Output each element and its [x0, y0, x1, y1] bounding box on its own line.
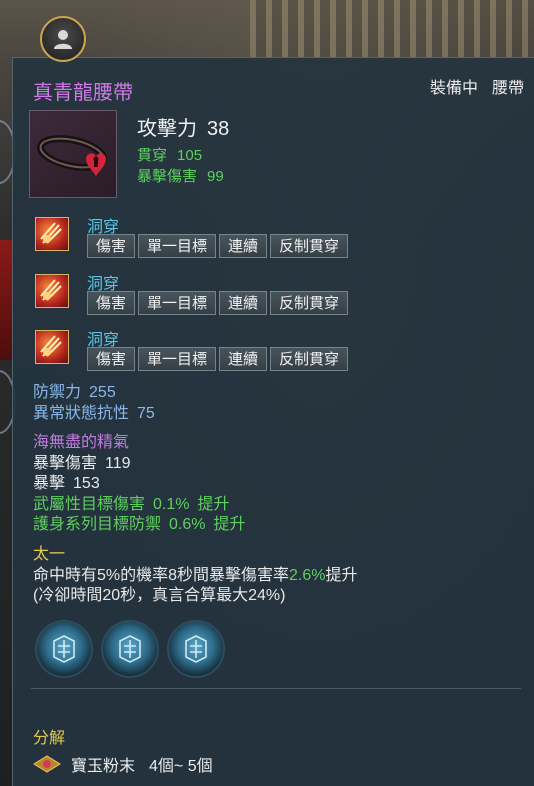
skill-tag: 連續 — [219, 291, 268, 315]
main-stats: 攻擊力 38 貫穿 105 暴擊傷害 99 — [137, 112, 229, 187]
skill-tag: 傷害 — [87, 291, 136, 315]
background-architecture — [250, 0, 534, 60]
effect-desc-suffix: 提升 — [325, 566, 358, 584]
set-crit-label: 暴擊 — [33, 475, 66, 492]
special-effect: 太一 命中時有5%的機率8秒間暴擊傷害率2.6%提升 (冷卻時間20秒，真言合算… — [33, 545, 358, 607]
dragon-gem-icon — [119, 635, 141, 663]
skill-tag: 反制貫穿 — [270, 347, 349, 371]
person-icon — [54, 30, 72, 49]
skill-row: 洞穿 傷害 單一目標 連續 反制貫穿 — [35, 213, 534, 265]
skill-tag: 連續 — [219, 347, 268, 371]
set-crit-stat: 暴擊 153 — [33, 474, 246, 495]
section-divider — [31, 688, 521, 689]
gem-slot[interactable] — [101, 620, 159, 678]
set-crit-value: 153 — [73, 475, 100, 492]
character-avatar-button[interactable] — [40, 16, 86, 62]
crit-damage-label: 暴擊傷害 — [137, 168, 198, 185]
flame-strike-icon — [35, 217, 69, 251]
defense-stats: 防禦力 255 異常狀態抗性 75 — [33, 383, 155, 424]
set-crit-damage-label: 暴擊傷害 — [33, 454, 98, 472]
set-bonus-line-suffix: 提升 — [197, 495, 230, 513]
skill-tag: 反制貫穿 — [270, 234, 349, 258]
skill-tags: 傷害 單一目標 連續 反制貫穿 — [87, 291, 351, 315]
gem-slot[interactable] — [167, 620, 225, 678]
effect-desc-prefix: 命中時有5%的機率8秒間暴擊傷害率 — [33, 566, 290, 584]
gem-slot[interactable] — [35, 620, 93, 678]
attack-label: 攻擊力 — [137, 118, 197, 140]
belt-icon — [37, 135, 107, 177]
set-crit-damage-stat: 暴擊傷害 119 — [33, 454, 246, 475]
penetration-label: 貫穿 — [137, 147, 168, 164]
set-crit-damage-value: 119 — [105, 454, 131, 472]
skill-tags: 傷害 單一目標 連續 反制貫穿 — [87, 347, 351, 371]
attack-stat: 攻擊力 38 — [137, 112, 229, 141]
set-bonus-line-label: 護身系列目標防禦 — [33, 516, 162, 533]
flame-strike-icon — [35, 274, 69, 308]
dragon-gem-icon — [53, 635, 75, 663]
abnormal-resist-label: 異常狀態抗性 — [33, 404, 130, 422]
gem-powder-icon — [33, 755, 61, 773]
material-quantity: 4個~ 5個 — [149, 758, 213, 775]
set-name: 海無盡的精氣 — [33, 434, 130, 451]
flame-strike-icon — [35, 330, 69, 364]
skill-tags: 傷害 單一目標 連續 反制貫穿 — [87, 234, 351, 258]
defense-label: 防禦力 — [33, 384, 82, 401]
abnormal-resist-stat: 異常狀態抗性 75 — [33, 404, 155, 425]
set-bonus-line-value: 0.1% — [153, 495, 190, 513]
penetration-value: 105 — [177, 147, 203, 164]
crit-damage-value: 99 — [207, 168, 224, 185]
skill-tag: 單一目標 — [138, 291, 217, 315]
defense-stat: 防禦力 255 — [33, 383, 155, 404]
effect-description: 命中時有5%的機率8秒間暴擊傷害率2.6%提升 — [33, 566, 358, 587]
skill-tag: 單一目標 — [138, 234, 217, 258]
skill-tag: 反制貫穿 — [270, 291, 349, 315]
equipped-label: 裝備中 — [429, 80, 478, 97]
effect-name: 太一 — [33, 546, 66, 563]
skill-tag: 傷害 — [87, 347, 136, 371]
item-name: 真青龍腰帶 — [33, 82, 133, 104]
set-bonus: 海無盡的精氣 暴擊傷害 119 暴擊 153 武屬性目標傷害 0.1% 提升 護身系列目… — [33, 433, 246, 536]
abnormal-resist-value: 75 — [137, 404, 155, 422]
skill-tag: 連續 — [219, 234, 268, 258]
set-bonus-line: 武屬性目標傷害 0.1% 提升 — [33, 495, 246, 516]
equip-status: 裝備中 腰帶 — [430, 74, 524, 98]
effect-cooldown: (冷卻時間20秒，真言合算最大24%) — [33, 587, 286, 604]
slot-label: 腰帶 — [491, 80, 524, 97]
set-bonus-line-label: 武屬性目標傷害 — [33, 495, 146, 513]
skill-row: 洞穿 傷害 單一目標 連續 反制貫穿 — [35, 270, 534, 322]
crit-damage-stat: 暴擊傷害 99 — [137, 166, 229, 187]
dragon-gem-icon — [185, 635, 207, 663]
item-tooltip-panel: 真青龍腰帶 裝備中 腰帶 攻擊力 38 貫穿 105 暴擊傷害 99 洞穿 傷害 單 — [12, 57, 534, 786]
attack-value: 38 — [207, 118, 230, 140]
material-row: 寶玉粉末 4個~ 5個 — [31, 752, 213, 776]
set-bonus-line-value: 0.6% — [169, 516, 206, 533]
penetration-stat: 貫穿 105 — [137, 145, 229, 166]
defense-value: 255 — [89, 384, 116, 401]
skill-tag: 單一目標 — [138, 347, 217, 371]
gem-slots — [35, 620, 233, 678]
decompose-label: 分解 — [33, 730, 66, 747]
set-bonus-line: 護身系列目標防禦 0.6% 提升 — [33, 515, 246, 536]
effect-desc-value: 2.6% — [289, 566, 326, 584]
skill-row: 洞穿 傷害 單一目標 連續 反制貫穿 — [35, 326, 534, 378]
material-name: 寶玉粉末 — [71, 758, 136, 775]
skill-tag: 傷害 — [87, 234, 136, 258]
set-bonus-line-suffix: 提升 — [213, 516, 246, 533]
item-image — [29, 110, 117, 198]
